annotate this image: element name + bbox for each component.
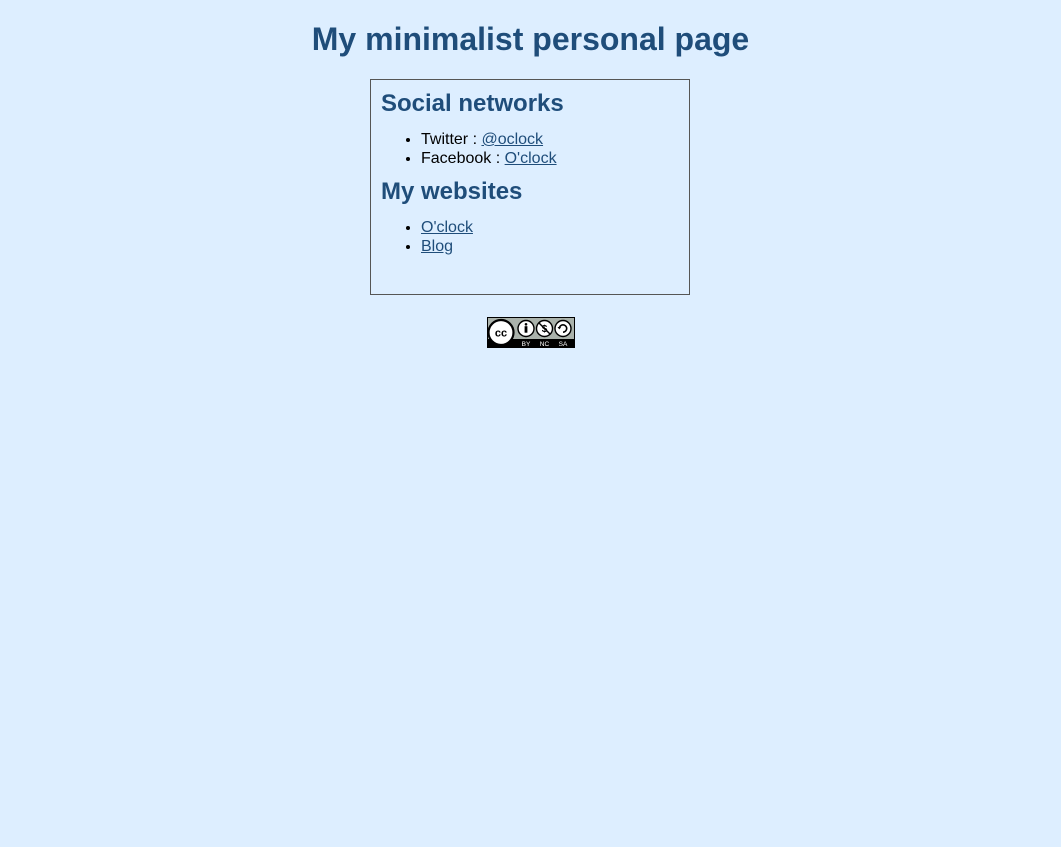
social-networks-section: Social networks Twitter : @oclock Facebo… (381, 80, 679, 168)
facebook-label: Facebook : (421, 150, 505, 167)
facebook-link[interactable]: O'clock (505, 150, 557, 167)
license-nc-label: NC (540, 341, 550, 348)
twitter-label: Twitter : (421, 131, 482, 148)
twitter-link[interactable]: @oclock (481, 131, 543, 148)
list-item: O'clock (421, 218, 679, 237)
list-item: Twitter : @oclock (421, 130, 679, 149)
list-item: Blog (421, 237, 679, 256)
my-websites-heading: My websites (381, 178, 523, 205)
my-websites-list: O'clock Blog (381, 218, 679, 256)
content-card: Social networks Twitter : @oclock Facebo… (370, 79, 690, 295)
oclock-website-link[interactable]: O'clock (421, 219, 473, 236)
svg-text:cc: cc (495, 328, 507, 340)
license-sa-label: SA (559, 341, 568, 348)
blog-link[interactable]: Blog (421, 238, 453, 255)
list-item: Facebook : O'clock (421, 149, 679, 168)
page-title: My minimalist personal page (311, 21, 750, 57)
my-websites-section: My websites O'clock Blog (381, 168, 679, 256)
license-badge-link[interactable]: cc $ BY NC SA (487, 317, 575, 348)
social-networks-heading: Social networks (381, 90, 564, 117)
social-networks-list: Twitter : @oclock Facebook : O'clock (381, 130, 679, 168)
creative-commons-by-nc-sa-icon: cc $ BY NC SA (487, 317, 575, 348)
license-by-label: BY (522, 341, 531, 348)
